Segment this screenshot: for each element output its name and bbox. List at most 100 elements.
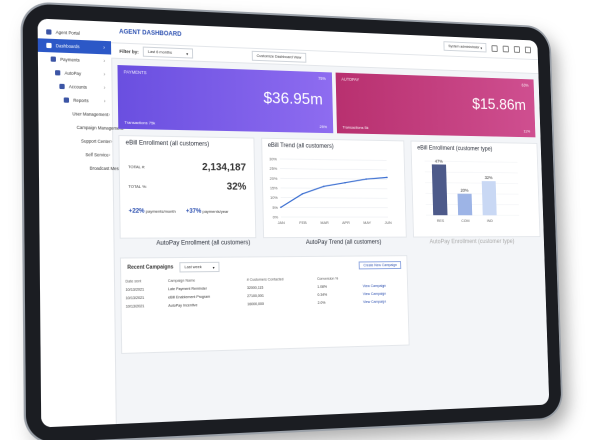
autopay-transactions: Transactions 5k — [342, 124, 369, 131]
sidebar-item-self-service[interactable]: Self Service › — [39, 147, 113, 162]
filter-value: Last 6 months — [147, 49, 172, 55]
bar-value-label: 32% — [485, 175, 493, 180]
x-tick-label: APR — [342, 220, 350, 225]
grid-line — [280, 169, 387, 170]
x-tick-label: FEB — [299, 220, 307, 225]
cell-conv: 2.0% — [317, 300, 326, 305]
tablet-screen: Agent Portal Dashboards › Payments › AutoPay ›… — [37, 18, 550, 428]
stat-monthly-value: +22% — [128, 208, 145, 215]
autopay-row: AutoPay Enrollment (all customers) AutoP… — [120, 239, 539, 255]
settings-icon[interactable] — [502, 45, 509, 52]
sidebar-item-label: Dashboards — [55, 43, 80, 50]
payments-pct-bottom: 25% — [319, 124, 328, 130]
chevron-right-icon: › — [103, 98, 106, 105]
user-select-label: System administrator — [448, 44, 480, 50]
campaigns-period: Last week — [184, 265, 202, 270]
stat-yearly-label: payments/year — [202, 208, 229, 214]
tablet-device: Agent Portal Dashboards › Payments › AutoPay ›… — [22, 3, 562, 440]
x-tick-label: MAY — [363, 220, 371, 225]
sidebar-item-label: AutoPay — [64, 70, 82, 77]
campaigns-period-select[interactable]: Last week ▾ — [179, 261, 220, 273]
cell-date: 10/13/2021 — [125, 304, 145, 309]
ebill-trend-chart: 0% 5% 10% 15% 20% 25% 30% JAN FEB MAR APR MAY JUN — [269, 156, 392, 225]
sidebar-item-support-center[interactable]: Support Center › — [39, 133, 112, 148]
x-tick-label: RES — [437, 218, 445, 223]
autopay-banner[interactable]: AUTOPAY 63% $15.86m Transactions 5k 11% — [335, 72, 536, 138]
nav-icon — [46, 29, 52, 35]
autopay-pct-bottom: 11% — [523, 128, 531, 134]
bar — [481, 181, 497, 216]
bar-value-label: 47% — [435, 159, 443, 164]
total-count-value: 2,134,187 — [202, 161, 247, 174]
sidebar-item-label: Support Center — [80, 138, 111, 145]
ebill-type-card: eBill Enrollment (customer type) 47% RES 2… — [410, 140, 541, 238]
x-tick-label: JAN — [277, 220, 284, 225]
autopay-type-title: AutoPay Enrollment (customer type) — [429, 239, 515, 246]
sidebar-item-label: Agent Portal — [55, 29, 80, 36]
y-tick-label: 15% — [270, 185, 278, 190]
dashboard-content: PAYMENTS 75% $36.95m Transactions 75k 25% … — [117, 61, 544, 424]
top-right-controls: System administrator ▾ — [443, 41, 531, 54]
autopay-label: AUTOPAY — [341, 76, 360, 83]
payments-pct-top: 75% — [318, 75, 327, 82]
chevron-right-icon: › — [108, 151, 111, 159]
recent-campaigns-panel: Recent Campaigns Last week ▾ Create New C… — [119, 255, 410, 355]
sidebar-item-label: Self Service — [85, 152, 109, 158]
sidebar-item-label: Payments — [60, 56, 80, 63]
filter-select[interactable]: Last 6 months ▾ — [142, 46, 194, 59]
payments-banner[interactable]: PAYMENTS 75% $36.95m Transactions 75k 25% — [117, 65, 333, 134]
trend-line — [280, 176, 388, 207]
bar — [457, 193, 473, 216]
x-tick-label: COM — [461, 218, 469, 223]
search-icon[interactable] — [491, 44, 498, 52]
total-count-label: TOTAL #: — [128, 164, 146, 170]
grid-line — [280, 188, 387, 189]
sidebar: Agent Portal Dashboards › Payments › AutoPay ›… — [37, 18, 133, 428]
stat-monthly: +22% payments/month — [129, 209, 176, 215]
x-tick-label: IND — [487, 218, 493, 223]
autopay-trend-title: AutoPay Trend (all customers) — [305, 239, 382, 246]
chevron-right-icon: › — [103, 84, 106, 91]
cell-contacted: 16000,000 — [247, 301, 264, 307]
payments-amount: $36.95m — [263, 89, 323, 109]
x-tick-label: MAR — [320, 220, 329, 225]
total-pct-label: TOTAL %: — [128, 183, 147, 189]
autopay-enrollment-title: AutoPay Enrollment (all customers) — [156, 240, 251, 247]
sidebar-item-label: Accounts — [68, 84, 87, 90]
cell-action[interactable]: View Campaign — [359, 297, 408, 306]
nav-icon — [46, 42, 52, 49]
chevron-right-icon: › — [103, 44, 105, 51]
sidebar-item-label: Reports — [73, 97, 89, 104]
help-icon[interactable] — [513, 45, 520, 53]
sidebar-item-broadcast-messaging[interactable]: Broadcast Messaging› — [39, 161, 133, 175]
nav-icon — [50, 56, 56, 62]
cell-name: AutoPay Incentive — [168, 303, 198, 308]
y-tick-label: 10% — [270, 195, 278, 200]
customize-label: Customize Dashboard View — [256, 53, 302, 60]
campaigns-title: Recent Campaigns — [127, 264, 174, 271]
payments-label: PAYMENTS — [123, 69, 147, 76]
ebill-trend-card: eBill Trend (all customers) 0% 5% 10% 15% 20… — [260, 137, 408, 239]
grid-line — [280, 159, 387, 161]
chevron-right-icon: › — [108, 111, 111, 118]
sidebar-item-campaign-management[interactable]: Campaign Management› — [38, 120, 125, 135]
customize-view-button[interactable]: Customize Dashboard View — [251, 50, 307, 63]
autopay-amount: $15.86m — [471, 96, 527, 114]
y-tick-label: 30% — [269, 156, 277, 161]
campaigns-table: Date sent Campaign Name # Customers Contac… — [121, 274, 408, 311]
page-title: AGENT DASHBOARD — [119, 29, 182, 38]
user-select[interactable]: System administrator ▾ — [443, 41, 487, 53]
y-tick-label: 0% — [272, 214, 278, 219]
ebill-enrollment-title: eBill Enrollment (all customers) — [125, 140, 210, 148]
ebill-type-chart: 47% RES 20% COM 32% IND — [412, 159, 528, 223]
stat-yearly-value: +37% — [185, 208, 202, 215]
stat-monthly-label: payments/month — [145, 208, 176, 214]
sidebar-list: Agent Portal Dashboards › Payments › AutoPay ›… — [37, 25, 133, 175]
x-tick-label: JUN — [384, 220, 391, 225]
create-campaign-button[interactable]: Create New Campaign — [358, 261, 402, 270]
chevron-right-icon: › — [103, 57, 106, 65]
stat-yearly: +37% payments/year — [186, 209, 229, 215]
filter-label: Filter by: — [119, 48, 139, 55]
main-area: AGENT DASHBOARD System administrator ▾ F… — [110, 21, 550, 424]
folder-icon[interactable] — [524, 46, 531, 53]
